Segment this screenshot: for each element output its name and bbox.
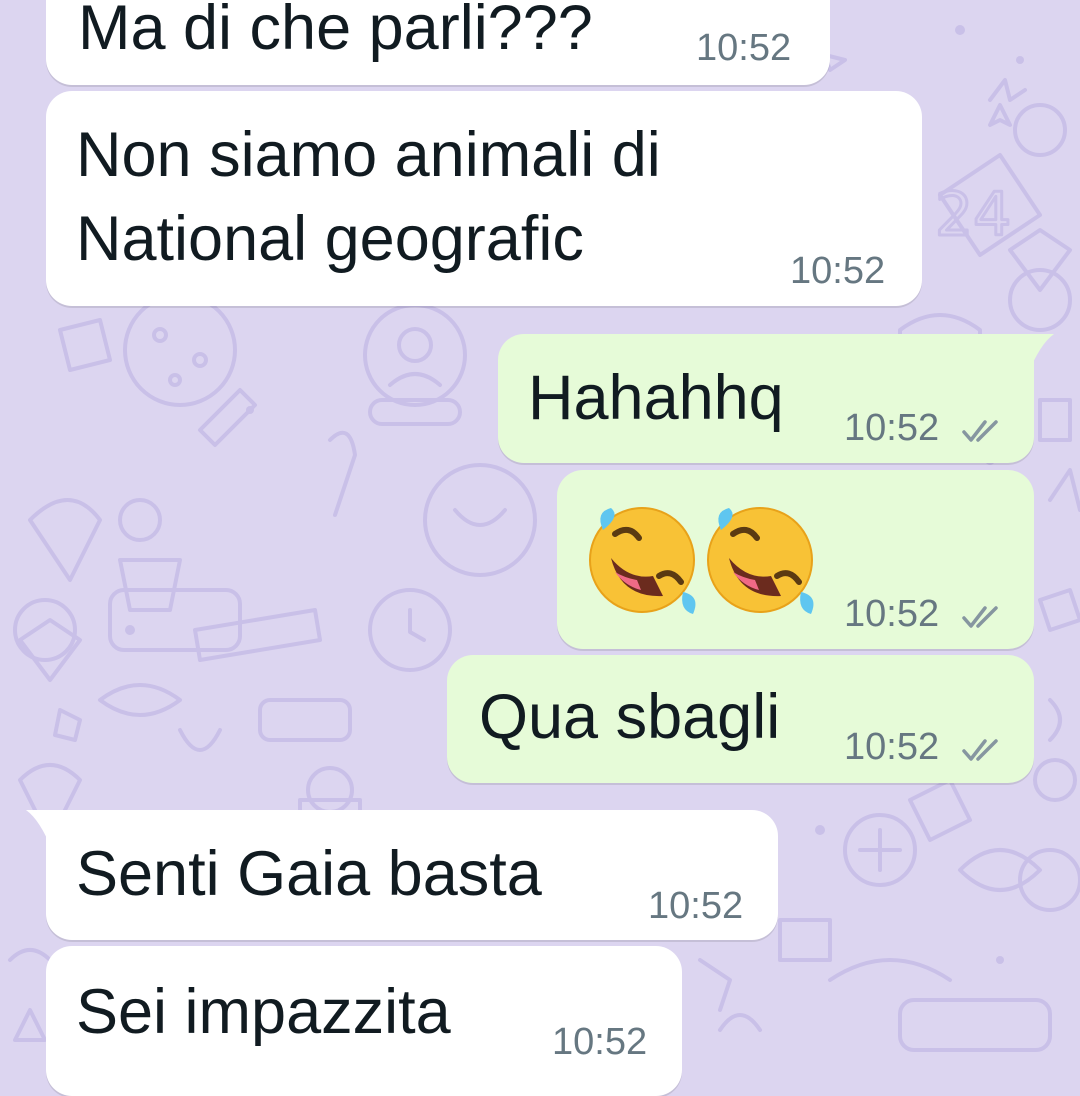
message-timestamp: 10:52 [844, 726, 940, 768]
incoming-message[interactable]: Sei impazzita 10:52 [46, 946, 682, 1096]
double-check-icon [962, 420, 998, 442]
message-timestamp: 10:52 [844, 593, 940, 635]
rolling-on-floor-laughing-emoji [589, 507, 696, 614]
message-timestamp: 10:52 [844, 407, 940, 449]
incoming-message[interactable]: Non siamo animali di National geografic … [46, 91, 922, 306]
double-check-icon [962, 606, 998, 628]
incoming-message[interactable]: Senti Gaia basta 10:52 [46, 810, 778, 940]
message-text: Ma di che parli??? [78, 0, 593, 63]
rolling-on-floor-laughing-emoji [707, 507, 814, 614]
message-text: Senti Gaia basta [76, 839, 542, 909]
message-text: Qua sbagli [479, 682, 781, 752]
outgoing-message[interactable]: Hahahhq 10:52 [498, 334, 1034, 463]
message-timestamp: 10:52 [790, 250, 886, 292]
double-check-icon [962, 739, 998, 761]
svg-text:24: 24 [935, 180, 1011, 250]
message-timestamp: 10:52 [552, 1021, 648, 1063]
incoming-message[interactable]: Ma di che parli??? 10:52 [46, 0, 830, 85]
outgoing-message[interactable]: 10:52 [557, 470, 1034, 649]
message-text-line: National geografic [76, 204, 584, 274]
outgoing-message[interactable]: Qua sbagli 10:52 [447, 655, 1034, 783]
message-text-line: Non siamo animali di [76, 120, 661, 190]
message-text: Hahahhq [528, 363, 784, 433]
message-timestamp: 10:52 [648, 885, 744, 927]
message-timestamp: 10:52 [696, 27, 792, 69]
message-text: Sei impazzita [76, 977, 451, 1047]
